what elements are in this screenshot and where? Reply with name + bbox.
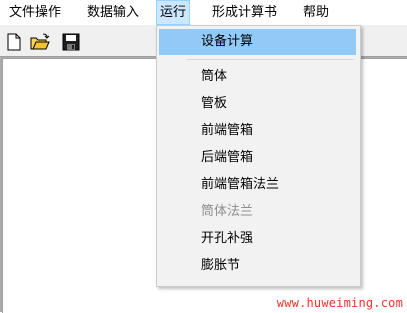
menu-help[interactable]: 帮助 — [298, 0, 334, 25]
open-folder-icon[interactable] — [30, 32, 50, 52]
menu-item-tubesheet[interactable]: 管板 — [159, 91, 356, 117]
menu-item-equipment-calc[interactable]: 设备计算 — [159, 29, 356, 55]
new-document-icon[interactable] — [4, 32, 24, 52]
menu-item-shell[interactable]: 筒体 — [159, 64, 356, 90]
menu-item-front-channel[interactable]: 前端管箱 — [159, 118, 356, 144]
run-menu-dropdown: 设备计算 筒体 管板 前端管箱 后端管箱 前端管箱法兰 筒体法兰 开孔补强 膨胀… — [156, 25, 361, 287]
watermark-text: www.huweiming.com — [266, 294, 407, 312]
menu-bar: 文件操作 数据输入 运行 形成计算书 帮助 — [0, 0, 407, 25]
menu-run[interactable]: 运行 — [156, 0, 190, 25]
menu-item-shell-flange: 筒体法兰 — [201, 204, 254, 219]
menu-data-input[interactable]: 数据输入 — [82, 0, 144, 25]
menu-item-front-channel-flange[interactable]: 前端管箱法兰 — [159, 172, 356, 198]
save-disk-icon[interactable] — [61, 32, 81, 52]
menu-item-expansion-joint[interactable]: 膨胀节 — [159, 253, 356, 279]
menu-file[interactable]: 文件操作 — [4, 0, 66, 25]
menu-separator — [187, 59, 354, 60]
menu-item-rear-channel[interactable]: 后端管箱 — [159, 145, 356, 171]
menu-item-opening-reinforcement[interactable]: 开孔补强 — [159, 226, 356, 252]
menu-generate-report[interactable]: 形成计算书 — [207, 0, 282, 25]
